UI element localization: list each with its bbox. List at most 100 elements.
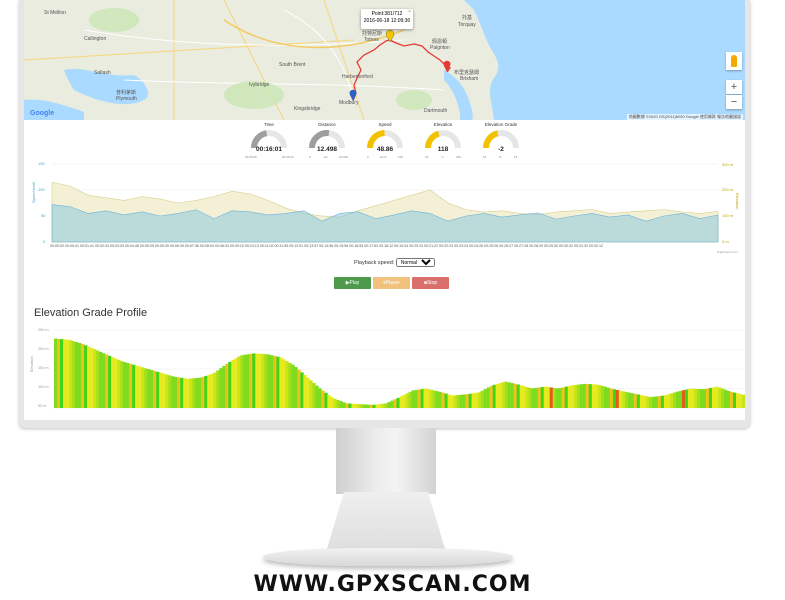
grade-bar bbox=[159, 372, 163, 408]
website-watermark: WWW.GPXSCAN.COM bbox=[253, 572, 532, 597]
grade-bar bbox=[606, 387, 611, 408]
gauge-value: 12.498 bbox=[317, 146, 337, 153]
grade-bar bbox=[423, 388, 427, 408]
grade-bar bbox=[111, 357, 115, 408]
grade-bar bbox=[567, 385, 572, 408]
gauge-min: 40 bbox=[425, 155, 429, 159]
grade-bar bbox=[447, 394, 451, 408]
gauge-min: 0 bbox=[309, 155, 311, 159]
close-icon[interactable]: × bbox=[408, 9, 411, 16]
map-label: 佩恩頓 bbox=[432, 39, 448, 45]
grade-bar bbox=[57, 338, 61, 408]
grade-bar bbox=[396, 397, 400, 408]
grade-bar bbox=[246, 354, 250, 408]
map-label: Callington bbox=[84, 36, 107, 42]
grade-bar bbox=[273, 355, 277, 408]
grade-bar bbox=[126, 362, 130, 408]
speed-elevation-plot bbox=[51, 163, 719, 243]
grade-bar bbox=[213, 372, 217, 408]
gauge-max: 15 bbox=[514, 155, 518, 159]
grade-bar bbox=[312, 382, 316, 408]
zoom-in-button[interactable]: + bbox=[726, 80, 742, 94]
speed-elevation-chart[interactable]: 150 100 50 0 300 m 200 m 100 m 0 m Speed… bbox=[24, 160, 745, 255]
grade-bar bbox=[432, 390, 436, 408]
grade-bar bbox=[411, 390, 415, 408]
grade-bar bbox=[615, 389, 620, 408]
grade-bar bbox=[384, 403, 388, 408]
grade-bar bbox=[300, 372, 304, 408]
grade-bar bbox=[198, 377, 202, 408]
grade-bar bbox=[216, 370, 220, 408]
map-label: St Mellion bbox=[44, 10, 66, 16]
grade-bar bbox=[675, 391, 680, 408]
playback-speed-control: Playback speed: Normal bbox=[354, 258, 435, 267]
elevation-grade-chart[interactable]: 250 m 200 m 150 m 100 m 50 m Elevation bbox=[24, 322, 745, 420]
grade-bar bbox=[693, 388, 698, 408]
grade-bar bbox=[435, 391, 439, 408]
grade-bar bbox=[135, 365, 139, 408]
grade-bar bbox=[573, 384, 578, 408]
map-label: Saltash bbox=[94, 70, 111, 76]
elevation-grade-plot bbox=[54, 329, 745, 409]
grade-bar bbox=[405, 393, 409, 408]
pause-button[interactable]: ⏸Pause bbox=[373, 277, 410, 289]
grade-bar bbox=[144, 368, 148, 408]
grade-bar bbox=[492, 384, 496, 408]
grade-bar bbox=[474, 392, 478, 408]
grade-bar bbox=[480, 390, 484, 408]
playback-speed-select[interactable]: Normal bbox=[395, 258, 435, 267]
gauge-elevation-grade: Elevation Grade -2 -15 % 15 bbox=[476, 122, 526, 162]
gauge-unit: m bbox=[441, 155, 444, 159]
grade-bar bbox=[204, 375, 208, 408]
grade-bar bbox=[408, 391, 412, 408]
grade-bar bbox=[717, 387, 722, 408]
monitor-frame: St Mellion Callington Saltash Plymouth 普… bbox=[19, 0, 750, 428]
grade-bar bbox=[342, 402, 346, 408]
grade-bar bbox=[360, 404, 364, 408]
grade-bar bbox=[84, 345, 88, 408]
grade-bar bbox=[321, 390, 325, 408]
grade-bar bbox=[735, 393, 740, 408]
grade-bar bbox=[354, 403, 358, 408]
grade-bar bbox=[552, 387, 557, 408]
gauge-elevation: Elevation 118 40 m 230 bbox=[418, 122, 468, 162]
grade-bar bbox=[357, 404, 361, 408]
grade-bar bbox=[438, 391, 442, 408]
grade-bar bbox=[315, 385, 319, 408]
grade-bar bbox=[180, 377, 184, 408]
zoom-out-button[interactable]: − bbox=[726, 95, 742, 109]
gauge-value: -2 bbox=[498, 146, 504, 153]
grade-bar bbox=[177, 377, 181, 408]
grade-bar bbox=[576, 384, 581, 408]
grade-bar bbox=[672, 392, 677, 408]
chart-credits[interactable]: Highcharts.com bbox=[717, 250, 738, 254]
grade-bar bbox=[381, 403, 385, 408]
grade-bar bbox=[114, 358, 118, 408]
map-attribution[interactable]: 地圖數據 ©2020 GS(2011)6020 Google 使用條款 報告地圖… bbox=[626, 114, 743, 120]
grade-bar bbox=[225, 363, 229, 408]
grade-bar bbox=[621, 391, 626, 408]
grade-bar bbox=[441, 392, 445, 408]
grade-bar bbox=[219, 368, 223, 408]
grade-bar bbox=[108, 355, 112, 408]
map-label: Harbertonford bbox=[342, 74, 373, 80]
gauge-max: 22.991 bbox=[339, 155, 349, 159]
stop-button[interactable]: ■Stop bbox=[412, 277, 449, 289]
grade-bar bbox=[255, 353, 259, 408]
map-label: Dartmouth bbox=[424, 108, 448, 114]
grade-bar bbox=[105, 354, 109, 408]
tooltip-point: Point:381/712 bbox=[371, 11, 403, 17]
street-view-pegman-icon[interactable] bbox=[726, 52, 742, 70]
grade-bar bbox=[591, 384, 596, 408]
play-button[interactable]: ▶Play bbox=[334, 277, 371, 289]
grade-bar bbox=[78, 342, 82, 408]
route-map[interactable]: St Mellion Callington Saltash Plymouth 普… bbox=[24, 0, 745, 120]
grade-bar bbox=[420, 389, 424, 408]
grade-bar bbox=[570, 385, 575, 408]
grade-bar bbox=[249, 353, 253, 408]
grade-bar bbox=[540, 386, 545, 408]
grade-bar bbox=[66, 339, 70, 408]
grade-bar bbox=[498, 383, 502, 408]
grade-bar bbox=[519, 385, 523, 408]
grade-bar bbox=[525, 387, 529, 408]
